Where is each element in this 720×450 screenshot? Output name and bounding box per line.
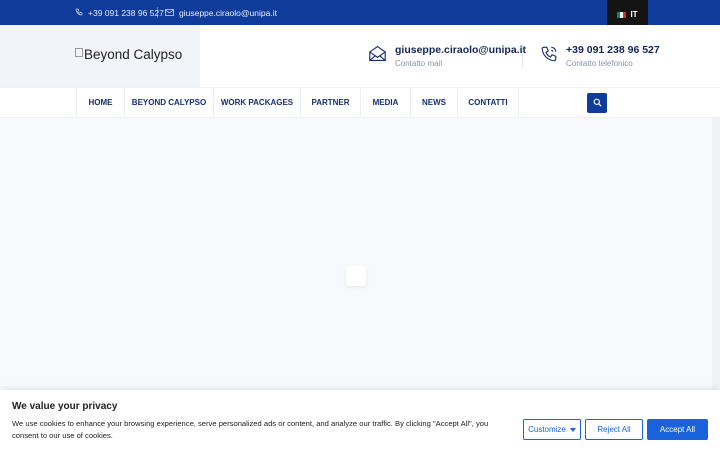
chevron-down-icon: [569, 427, 576, 432]
language-label: IT: [630, 10, 638, 19]
envelope-icon: [368, 45, 387, 67]
contact-phone[interactable]: +39 091 238 96 527 Contatto telefonico: [540, 25, 660, 87]
logo-area: Beyond Calypso: [0, 25, 200, 87]
customize-label: Customize: [528, 425, 566, 434]
header-divider: [522, 44, 523, 68]
contact-phone-value: +39 091 238 96 527: [566, 44, 660, 56]
contact-email-value: giuseppe.ciraolo@unipa.it: [395, 44, 527, 56]
contact-email-label: Contatto mail: [395, 59, 443, 68]
logo-alt-text: Beyond Calypso: [84, 47, 183, 62]
main-nav: HOME BEYOND CALYPSO WORK PACKAGES PARTNE…: [0, 87, 720, 118]
top-bar: +39 091 238 96 527 giuseppe.ciraolo@unip…: [0, 0, 720, 29]
nav-item-news[interactable]: NEWS: [410, 88, 457, 117]
customize-button[interactable]: Customize: [523, 419, 581, 440]
search-button[interactable]: [587, 93, 607, 113]
nav-label: MEDIA: [372, 98, 399, 107]
broken-image-icon: [75, 48, 83, 57]
phone-icon: [540, 45, 558, 68]
main-content: [0, 118, 712, 390]
cookie-text: We use cookies to enhance your browsing …: [12, 419, 489, 440]
reject-label: Reject All: [597, 425, 631, 434]
cookie-banner: We value your privacy We use cookies to …: [0, 390, 720, 450]
nav-item-work-packages[interactable]: WORK PACKAGES: [213, 88, 300, 117]
nav-label: CONTATTI: [468, 98, 508, 107]
nav-label: HOME: [88, 98, 113, 107]
contact-phone-label: Contatto telefonico: [566, 59, 633, 68]
italy-flag-icon: [617, 11, 627, 18]
reject-all-button[interactable]: Reject All: [585, 419, 643, 440]
topbar-email-text: giuseppe.ciraolo@unipa.it: [179, 7, 277, 18]
nav-label: BEYOND CALYPSO: [131, 98, 207, 107]
search-icon: [593, 94, 602, 112]
nav-label: WORK PACKAGES: [220, 98, 294, 107]
phone-icon: [75, 8, 88, 18]
nav-item-home[interactable]: HOME: [76, 88, 124, 117]
nav-label: PARTNER: [311, 98, 350, 107]
nav-item-contatti[interactable]: CONTATTI: [457, 88, 519, 117]
page-scrollbar[interactable]: [712, 118, 720, 390]
topbar-divider: [157, 7, 158, 18]
site-logo[interactable]: Beyond Calypso: [75, 47, 182, 62]
nav-item-partner[interactable]: PARTNER: [300, 88, 360, 117]
nav-item-media[interactable]: MEDIA: [360, 88, 410, 117]
loading-spinner: [346, 266, 366, 286]
topbar-email[interactable]: giuseppe.ciraolo@unipa.it: [165, 0, 277, 25]
accept-label: Accept All: [659, 425, 696, 434]
nav-item-beyond-calypso[interactable]: BEYOND CALYPSO: [124, 88, 213, 117]
nav-label: NEWS: [422, 98, 446, 107]
topbar-phone[interactable]: +39 091 238 96 527: [75, 0, 164, 25]
topbar-phone-text: +39 091 238 96 527: [88, 7, 164, 18]
accept-all-button[interactable]: Accept All: [647, 419, 708, 440]
site-header: Beyond Calypso giuseppe.ciraolo@unipa.it…: [0, 25, 720, 87]
contact-email[interactable]: giuseppe.ciraolo@unipa.it Contatto mail: [368, 25, 526, 87]
mail-icon: [165, 8, 179, 18]
cookie-title: We value your privacy: [12, 401, 118, 412]
